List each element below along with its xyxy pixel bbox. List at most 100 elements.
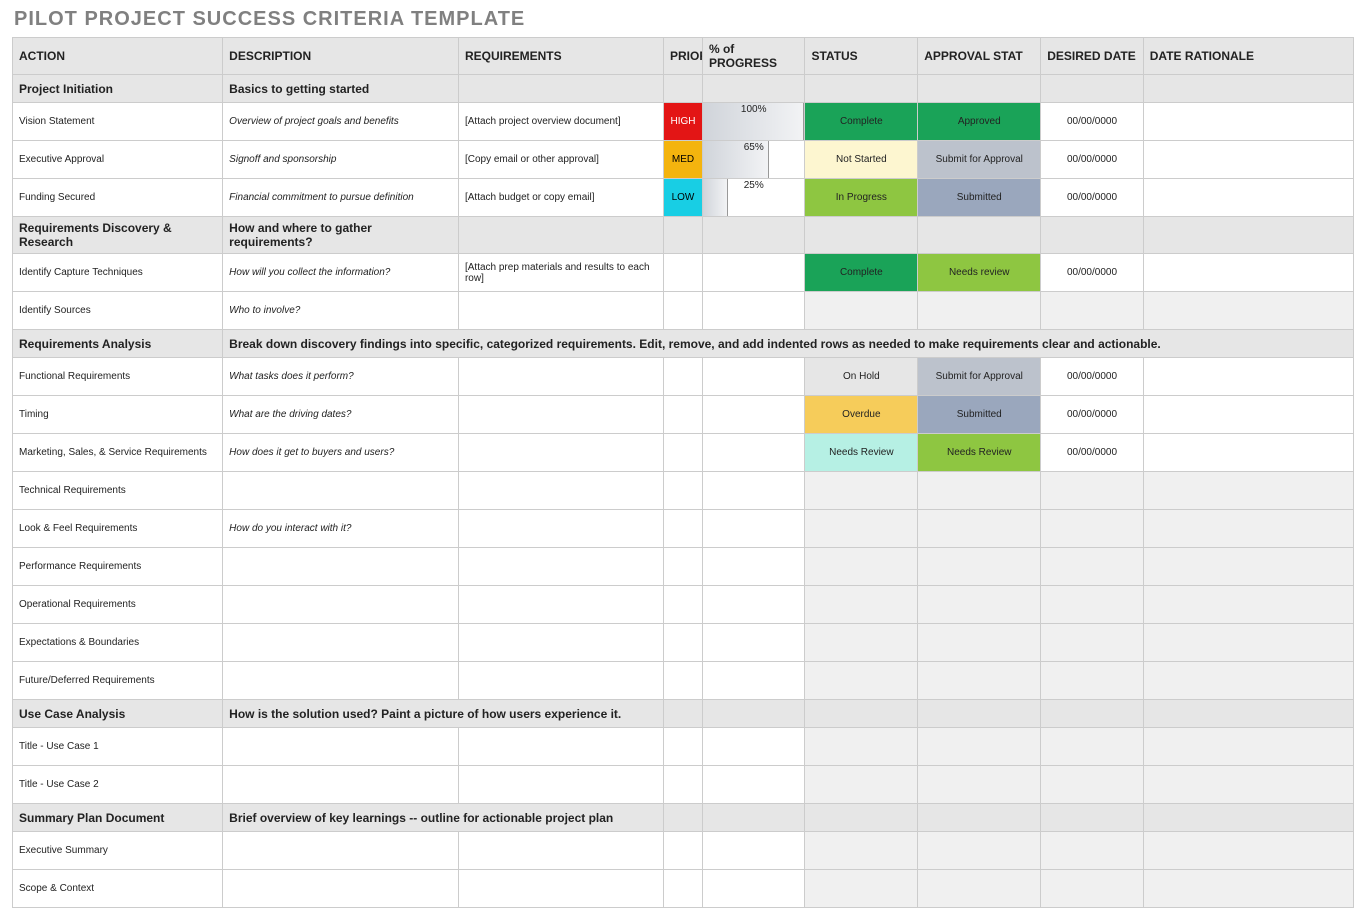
cell-status[interactable] — [805, 662, 918, 700]
cell-priority[interactable] — [664, 472, 703, 510]
cell-approval[interactable]: Approved — [918, 103, 1041, 141]
cell-progress[interactable] — [702, 766, 805, 804]
cell-requirements[interactable] — [458, 586, 663, 624]
cell-date[interactable]: 00/00/0000 — [1041, 254, 1144, 292]
cell-description[interactable] — [223, 624, 459, 662]
cell-rationale[interactable] — [1143, 396, 1353, 434]
cell-requirements[interactable] — [458, 358, 663, 396]
cell-rationale[interactable] — [1143, 728, 1353, 766]
cell-progress[interactable] — [702, 292, 805, 330]
cell-progress[interactable] — [702, 662, 805, 700]
cell-rationale[interactable] — [1143, 870, 1353, 908]
cell-approval[interactable]: Submitted — [918, 179, 1041, 217]
cell-approval[interactable] — [918, 728, 1041, 766]
cell-requirements[interactable] — [458, 396, 663, 434]
cell-rationale[interactable] — [1143, 179, 1353, 217]
cell-action[interactable]: Vision Statement — [13, 103, 223, 141]
cell-rationale[interactable] — [1143, 586, 1353, 624]
cell-status[interactable]: Complete — [805, 254, 918, 292]
cell-progress[interactable] — [702, 586, 805, 624]
cell-date[interactable]: 00/00/0000 — [1041, 141, 1144, 179]
cell-status[interactable]: Overdue — [805, 396, 918, 434]
cell-status[interactable] — [805, 472, 918, 510]
cell-approval[interactable] — [918, 472, 1041, 510]
cell-priority[interactable] — [664, 586, 703, 624]
cell-date[interactable]: 00/00/0000 — [1041, 179, 1144, 217]
cell-requirements[interactable] — [458, 728, 663, 766]
cell-status[interactable] — [805, 832, 918, 870]
cell-approval[interactable] — [918, 586, 1041, 624]
cell-status[interactable] — [805, 510, 918, 548]
cell-action[interactable]: Future/Deferred Requirements — [13, 662, 223, 700]
cell-priority[interactable]: LOW — [664, 179, 703, 217]
cell-requirements[interactable] — [458, 472, 663, 510]
cell-progress[interactable] — [702, 548, 805, 586]
cell-approval[interactable]: Submit for Approval — [918, 358, 1041, 396]
cell-requirements[interactable] — [458, 870, 663, 908]
cell-rationale[interactable] — [1143, 766, 1353, 804]
cell-rationale[interactable] — [1143, 472, 1353, 510]
cell-action[interactable]: Operational Requirements — [13, 586, 223, 624]
cell-priority[interactable] — [664, 870, 703, 908]
cell-progress[interactable] — [702, 396, 805, 434]
cell-date[interactable] — [1041, 510, 1144, 548]
cell-approval[interactable]: Submit for Approval — [918, 141, 1041, 179]
cell-action[interactable]: Executive Summary — [13, 832, 223, 870]
cell-description[interactable]: How will you collect the information? — [223, 254, 459, 292]
cell-progress[interactable] — [702, 254, 805, 292]
cell-action[interactable]: Executive Approval — [13, 141, 223, 179]
cell-rationale[interactable] — [1143, 103, 1353, 141]
cell-priority[interactable] — [664, 358, 703, 396]
cell-requirements[interactable] — [458, 624, 663, 662]
cell-description[interactable] — [223, 832, 459, 870]
cell-action[interactable]: Identify Sources — [13, 292, 223, 330]
cell-progress[interactable] — [702, 832, 805, 870]
cell-action[interactable]: Identify Capture Techniques — [13, 254, 223, 292]
cell-status[interactable] — [805, 624, 918, 662]
cell-approval[interactable] — [918, 832, 1041, 870]
cell-rationale[interactable] — [1143, 434, 1353, 472]
cell-date[interactable]: 00/00/0000 — [1041, 434, 1144, 472]
cell-approval[interactable]: Needs review — [918, 254, 1041, 292]
cell-description[interactable]: What tasks does it perform? — [223, 358, 459, 396]
cell-requirements[interactable]: [Attach budget or copy email] — [458, 179, 663, 217]
cell-description[interactable]: What are the driving dates? — [223, 396, 459, 434]
cell-description[interactable] — [223, 870, 459, 908]
cell-priority[interactable] — [664, 728, 703, 766]
cell-date[interactable] — [1041, 586, 1144, 624]
cell-description[interactable]: Overview of project goals and benefits — [223, 103, 459, 141]
cell-status[interactable] — [805, 586, 918, 624]
cell-progress[interactable] — [702, 434, 805, 472]
cell-description[interactable]: Signoff and sponsorship — [223, 141, 459, 179]
cell-priority[interactable]: MED — [664, 141, 703, 179]
cell-progress[interactable] — [702, 728, 805, 766]
cell-rationale[interactable] — [1143, 141, 1353, 179]
cell-action[interactable]: Timing — [13, 396, 223, 434]
cell-requirements[interactable] — [458, 766, 663, 804]
cell-requirements[interactable] — [458, 292, 663, 330]
cell-progress[interactable]: 100% — [702, 103, 805, 141]
cell-description[interactable] — [223, 548, 459, 586]
cell-priority[interactable] — [664, 624, 703, 662]
cell-requirements[interactable] — [458, 548, 663, 586]
cell-date[interactable] — [1041, 624, 1144, 662]
cell-progress[interactable] — [702, 870, 805, 908]
cell-priority[interactable] — [664, 434, 703, 472]
cell-status[interactable]: In Progress — [805, 179, 918, 217]
cell-description[interactable] — [223, 766, 459, 804]
cell-action[interactable]: Marketing, Sales, & Service Requirements — [13, 434, 223, 472]
cell-date[interactable]: 00/00/0000 — [1041, 358, 1144, 396]
cell-requirements[interactable] — [458, 434, 663, 472]
cell-action[interactable]: Title - Use Case 2 — [13, 766, 223, 804]
cell-action[interactable]: Expectations & Boundaries — [13, 624, 223, 662]
cell-action[interactable]: Technical Requirements — [13, 472, 223, 510]
cell-date[interactable] — [1041, 292, 1144, 330]
cell-approval[interactable] — [918, 510, 1041, 548]
cell-description[interactable]: Who to involve? — [223, 292, 459, 330]
cell-rationale[interactable] — [1143, 510, 1353, 548]
cell-description[interactable] — [223, 586, 459, 624]
cell-approval[interactable] — [918, 766, 1041, 804]
cell-date[interactable] — [1041, 832, 1144, 870]
cell-rationale[interactable] — [1143, 292, 1353, 330]
cell-requirements[interactable]: [Copy email or other approval] — [458, 141, 663, 179]
